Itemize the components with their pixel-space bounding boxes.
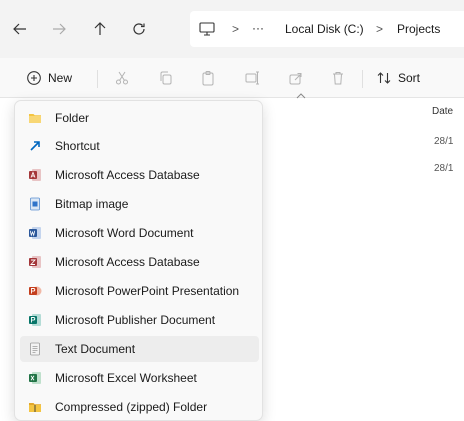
back-button[interactable] <box>8 17 32 41</box>
sort-caret-icon <box>296 93 306 99</box>
share-icon <box>289 73 302 85</box>
publisher-icon <box>27 312 43 328</box>
menu-item-bitmap-image[interactable]: Bitmap image <box>20 191 259 217</box>
paste-icon <box>202 71 214 86</box>
rename-button[interactable] <box>244 68 260 88</box>
menu-item-excel-worksheet[interactable]: Microsoft Excel Worksheet <box>20 365 259 391</box>
folder-icon <box>27 110 43 126</box>
arrow-up-icon <box>94 22 106 35</box>
delete-button[interactable] <box>330 68 346 88</box>
arrow-right-icon <box>53 23 66 35</box>
breadcrumb-separator: > <box>232 22 240 36</box>
menu-item-access-database[interactable]: Microsoft Access Database <box>20 162 259 188</box>
paste-button[interactable] <box>200 68 216 88</box>
menu-item-compressed-folder[interactable]: Compressed (zipped) Folder <box>20 394 259 420</box>
menu-item-label: Bitmap image <box>55 197 129 211</box>
menu-item-label: Microsoft Word Document <box>55 226 194 240</box>
powerpoint-icon <box>27 283 43 299</box>
menu-item-label: Microsoft Excel Worksheet <box>55 371 197 385</box>
computer-icon <box>199 22 215 36</box>
new-button-label: New <box>48 71 73 85</box>
menu-item-word-document[interactable]: Microsoft Word Document <box>20 220 259 246</box>
breadcrumb-separator: > <box>376 22 384 36</box>
scissors-icon <box>116 71 128 85</box>
menu-item-shortcut[interactable]: Shortcut <box>20 133 259 159</box>
sort-button-label: Sort <box>398 71 421 85</box>
share-button[interactable] <box>288 68 304 88</box>
breadcrumb-ellipsis[interactable]: ··· <box>252 20 264 36</box>
menu-item-label: Microsoft PowerPoint Presentation <box>55 284 240 298</box>
refresh-icon <box>133 23 145 35</box>
forward-button[interactable] <box>47 17 71 41</box>
plus-circle-icon <box>27 71 41 85</box>
sort-icon <box>377 72 391 84</box>
access-icon <box>27 167 43 183</box>
word-icon <box>27 225 43 241</box>
breadcrumb[interactable]: > ··· Local Disk (C:) > Projects <box>190 11 464 47</box>
menu-item-label: Microsoft Access Database <box>55 255 200 269</box>
menu-item-label: Text Document <box>55 342 136 356</box>
bitmap-icon <box>27 196 43 212</box>
text-document-icon <box>27 341 43 357</box>
refresh-button[interactable] <box>127 17 151 41</box>
divider <box>362 70 363 88</box>
menu-item-powerpoint-presentation[interactable]: Microsoft PowerPoint Presentation <box>20 278 259 304</box>
shortcut-icon <box>27 138 43 154</box>
up-button[interactable] <box>88 17 112 41</box>
copy-icon <box>160 71 172 85</box>
trash-icon <box>333 72 343 85</box>
breadcrumb-item-local-disk[interactable]: Local Disk (C:) <box>285 21 364 37</box>
copy-button[interactable] <box>158 68 174 88</box>
address-bar-row: > ··· Local Disk (C:) > Projects <box>0 0 464 58</box>
column-header-date[interactable]: Date <box>432 106 453 117</box>
breadcrumb-item-projects[interactable]: Projects <box>397 21 440 37</box>
file-date-cell: 28/1 <box>434 136 454 147</box>
menu-item-publisher-document[interactable]: Microsoft Publisher Document <box>20 307 259 333</box>
new-item-menu: Folder Shortcut Microsoft Access Databas… <box>14 100 263 421</box>
menu-item-access-database-2[interactable]: Microsoft Access Database <box>20 249 259 275</box>
menu-item-text-document[interactable]: Text Document <box>20 336 259 362</box>
menu-item-label: Compressed (zipped) Folder <box>55 400 208 414</box>
menu-item-label: Folder <box>55 111 90 125</box>
access-icon <box>27 254 43 270</box>
menu-item-label: Shortcut <box>55 139 100 153</box>
command-bar: New Sort <box>0 58 464 98</box>
menu-item-label: Microsoft Publisher Document <box>55 313 216 327</box>
zip-folder-icon <box>27 399 43 415</box>
file-date-cell: 28/1 <box>434 163 454 174</box>
cut-button[interactable] <box>114 68 130 88</box>
menu-item-label: Microsoft Access Database <box>55 168 200 182</box>
rename-icon <box>245 71 259 85</box>
arrow-left-icon <box>13 23 26 35</box>
sort-button[interactable]: Sort <box>376 68 420 88</box>
excel-icon <box>27 370 43 386</box>
divider <box>97 70 98 88</box>
new-button[interactable]: New <box>26 68 72 88</box>
menu-item-folder[interactable]: Folder <box>20 105 259 131</box>
